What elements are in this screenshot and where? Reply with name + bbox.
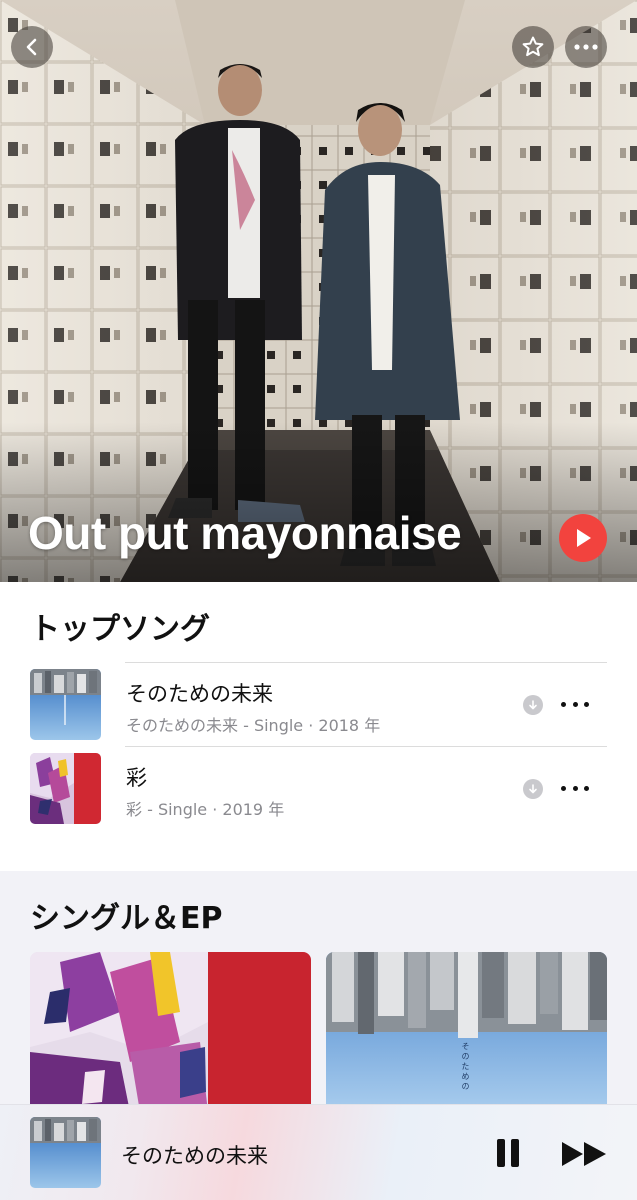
now-playing-title: そのための未来	[121, 1144, 268, 1168]
song-row[interactable]: そのための未来 そのための未来 - Single · 2018 年	[0, 662, 637, 746]
now-playing-artwork	[30, 1117, 101, 1188]
song-more-button[interactable]	[561, 694, 589, 714]
singles-heading[interactable]: シングル＆EP	[30, 893, 222, 937]
ellipsis-icon	[561, 785, 566, 791]
song-artwork	[30, 753, 101, 824]
song-more-button[interactable]	[561, 778, 589, 798]
row-divider	[125, 662, 607, 663]
song-subtitle: 彩 - Single · 2019 年	[126, 800, 285, 819]
back-button[interactable]	[11, 26, 53, 68]
top-songs-heading: トップソング	[30, 612, 210, 647]
cover-text: そのための	[461, 1042, 470, 1092]
download-icon[interactable]	[523, 695, 543, 715]
pause-button[interactable]	[495, 1138, 521, 1168]
more-options-button[interactable]	[565, 26, 607, 68]
download-icon[interactable]	[523, 779, 543, 799]
favorite-button[interactable]	[512, 26, 554, 68]
ellipsis-icon	[561, 701, 566, 707]
artist-name: Out put mayonnaise	[28, 507, 462, 559]
row-divider	[125, 746, 607, 747]
album-card[interactable]: そのための	[326, 952, 607, 1112]
pause-icon	[497, 1139, 519, 1167]
artist-hero: Out put mayonnaise	[0, 0, 637, 582]
song-row[interactable]: 彩 彩 - Single · 2019 年	[0, 746, 637, 830]
play-icon	[577, 529, 591, 547]
ellipsis-icon	[574, 44, 598, 50]
play-button[interactable]	[559, 514, 607, 562]
fast-forward-button[interactable]	[560, 1140, 608, 1168]
song-title: そのための未来	[126, 682, 273, 706]
star-icon	[522, 36, 544, 57]
now-playing-bar[interactable]: そのための未来	[0, 1104, 637, 1200]
song-title: 彩	[126, 766, 147, 790]
fast-forward-icon	[562, 1142, 606, 1166]
song-subtitle: そのための未来 - Single · 2018 年	[126, 716, 381, 735]
album-cover	[30, 952, 311, 1112]
chevron-left-icon	[26, 38, 37, 56]
song-artwork	[30, 669, 101, 740]
album-card[interactable]	[30, 952, 311, 1112]
